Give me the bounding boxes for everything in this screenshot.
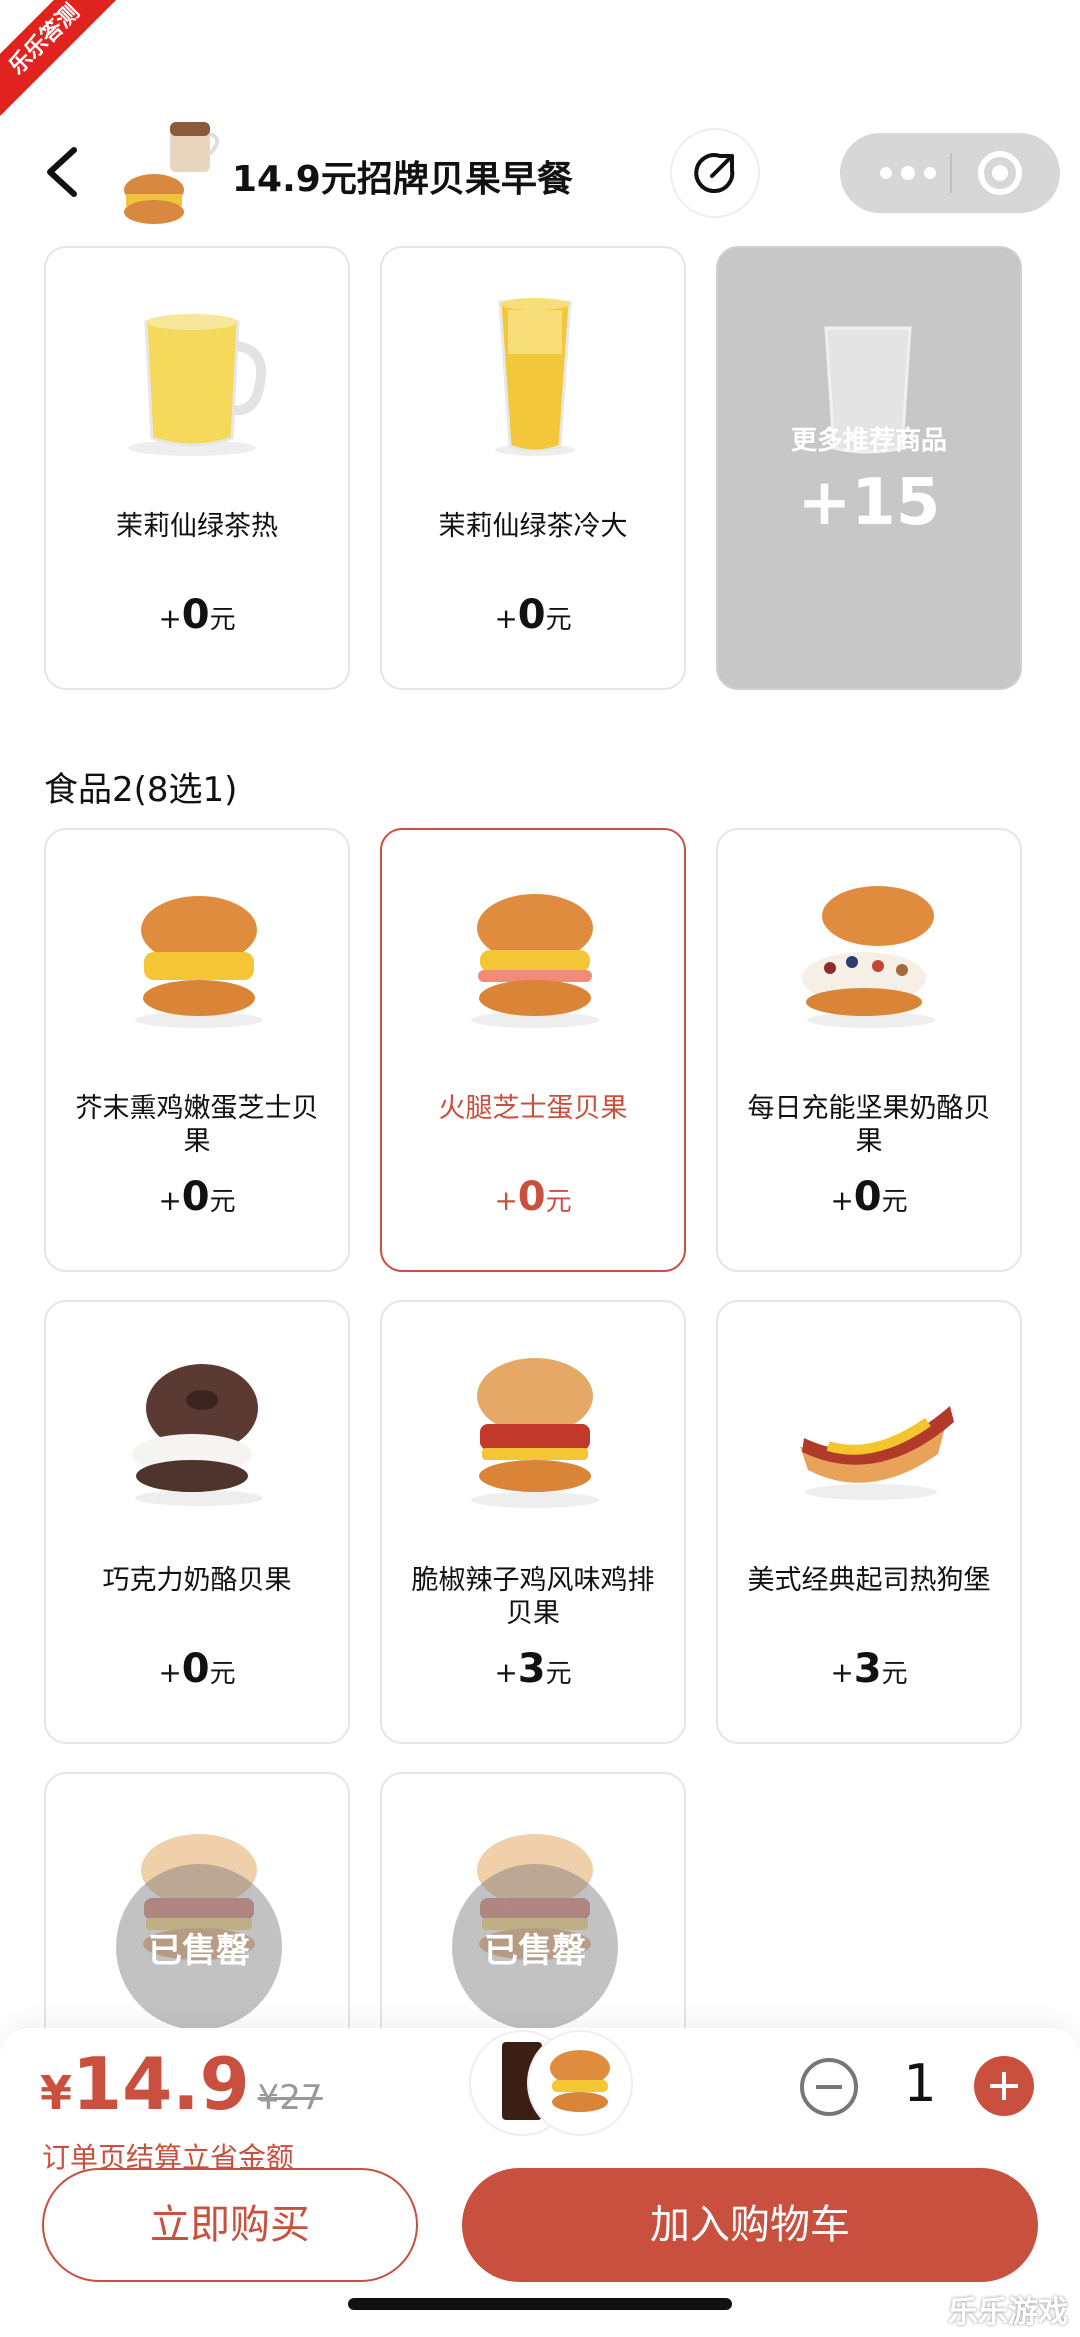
- ham-cheese-egg-bagel-image: [471, 894, 599, 1028]
- spicy-chicken-bagel-image: [471, 1358, 599, 1508]
- product-price: +3元: [830, 1646, 908, 1692]
- bottom-action-bar: ¥14.9 ¥27 订单页结算立省金额 1 立即购买 加入购物车: [0, 2028, 1080, 2337]
- nut-cheese-bagel-image: [802, 886, 935, 1028]
- product-card[interactable]: 美式经典起司热狗堡 +3元: [716, 1300, 1022, 1744]
- product-card[interactable]: 脆椒辣子鸡风味鸡排贝果 +3元: [380, 1300, 686, 1744]
- home-indicator: [348, 2298, 732, 2310]
- more-products-label: 更多推荐商品: [790, 426, 947, 456]
- hotdog-image: [800, 1406, 954, 1500]
- watermark-corner: 乐乐游戏: [948, 2295, 1068, 2330]
- share-button[interactable]: [670, 128, 760, 218]
- product-card[interactable]: 茉莉仙绿茶热 +0元: [44, 246, 350, 690]
- product-name: 茉莉仙绿茶冷大: [438, 511, 628, 542]
- page-title: 14.9元招牌贝果早餐: [232, 159, 573, 200]
- add-to-cart-button[interactable]: 加入购物车: [462, 2168, 1038, 2282]
- page-header: 14.9元招牌贝果早餐: [0, 0, 1080, 232]
- jasmine-tea-hot-image: [128, 314, 267, 456]
- soldout-badge: 已售罄: [452, 1864, 618, 2030]
- product-name: 茉莉仙绿茶热: [116, 511, 278, 542]
- product-name: 芥末熏鸡嫩蛋芝士贝果: [75, 1093, 319, 1157]
- combo-preview-icon[interactable]: [466, 2028, 636, 2138]
- product-name: 脆椒辣子鸡风味鸡排贝果: [411, 1565, 655, 1629]
- section-title: 食品2(8选1): [44, 770, 238, 810]
- product-name: 每日充能坚果奶酪贝果: [747, 1093, 991, 1157]
- chicken-egg-bagel-image: [135, 896, 263, 1028]
- increase-quantity-button[interactable]: [974, 2056, 1034, 2116]
- product-price: +0元: [494, 592, 572, 638]
- product-name: 巧克力奶酪贝果: [102, 1565, 292, 1596]
- original-price: ¥27: [257, 2078, 323, 2118]
- more-menu-icon[interactable]: [878, 165, 938, 181]
- capsule-divider: [950, 153, 952, 193]
- jasmine-tea-cold-image: [495, 298, 575, 456]
- combo-thumbnail-icon: [124, 122, 219, 224]
- miniprogram-capsule: [840, 133, 1060, 213]
- more-products-card[interactable]: 更多推荐商品 +15: [716, 246, 1022, 690]
- product-price: +0元: [158, 592, 236, 638]
- decrease-quantity-button[interactable]: [800, 2058, 858, 2116]
- product-name: 美式经典起司热狗堡: [747, 1565, 991, 1596]
- chocolate-cheese-bagel-image: [132, 1364, 263, 1506]
- back-arrow-icon[interactable]: [40, 142, 84, 202]
- product-card[interactable]: 每日充能坚果奶酪贝果 +0元: [716, 828, 1022, 1272]
- close-miniprogram-icon[interactable]: [978, 151, 1022, 195]
- more-products-count: +15: [797, 466, 941, 540]
- product-card[interactable]: 芥末熏鸡嫩蛋芝士贝果 +0元: [44, 828, 350, 1272]
- product-name: 火腿芝士蛋贝果: [438, 1093, 628, 1124]
- buy-now-button[interactable]: 立即购买: [42, 2168, 418, 2282]
- product-price: +3元: [494, 1646, 572, 1692]
- soldout-badge: 已售罄: [116, 1864, 282, 2030]
- product-card[interactable]: 巧克力奶酪贝果 +0元: [44, 1300, 350, 1744]
- product-card-selected[interactable]: 火腿芝士蛋贝果 +0元: [380, 828, 686, 1272]
- total-price: ¥14.9 ¥27: [40, 2042, 323, 2126]
- product-price: +0元: [494, 1174, 572, 1220]
- product-price: +0元: [158, 1174, 236, 1220]
- share-icon: [694, 153, 735, 194]
- product-card[interactable]: 茉莉仙绿茶冷大 +0元: [380, 246, 686, 690]
- product-price: +0元: [830, 1174, 908, 1220]
- product-price: +0元: [158, 1646, 236, 1692]
- quantity-value: 1: [903, 2054, 937, 2114]
